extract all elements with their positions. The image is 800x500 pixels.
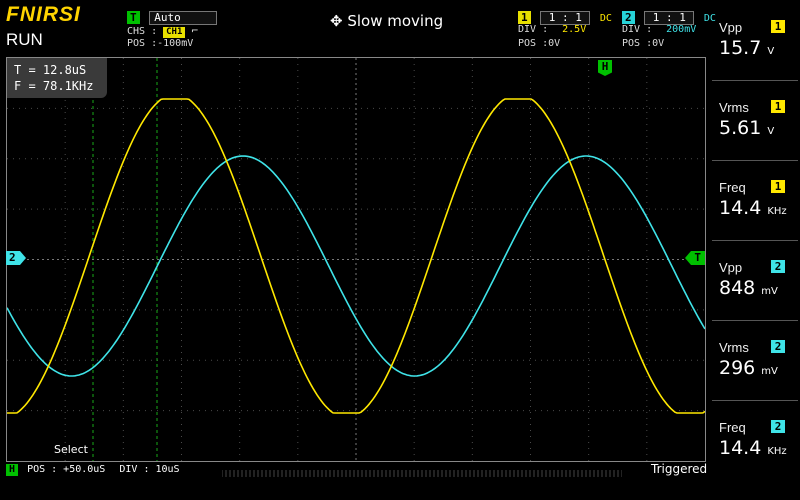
meas-value: 848 [719,277,756,299]
ch2-pos-label: POS : [622,38,653,49]
trigger-block[interactable]: T Auto [127,6,218,25]
meas-unit: V [767,46,775,57]
meas-unit: V [767,126,775,137]
h-pos-text: POS : +50.0uS [27,464,106,475]
meas-value-row: 14.4 KHz [719,437,787,459]
meas-channel-badge: 2 [771,340,785,353]
status-center: ✥ Slow moving [330,12,443,30]
meas-value: 5.61 [719,117,762,139]
ch1-div-row: DIV : 2.5V [518,24,586,35]
trigger-mode-badge: T [127,11,140,24]
ch1-waveform [7,98,705,414]
meas-unit: KHz [767,206,787,217]
meas-value: 14.4 [719,437,762,459]
measurement-item[interactable]: Vrms 1 5.61 V [708,100,800,180]
cursor-readout: T = 12.8uS F = 78.1KHz [7,58,107,98]
trigger-mode[interactable]: Auto [149,11,218,25]
meas-channel-badge: 1 [771,20,785,33]
horizontal-position-bar[interactable] [221,463,623,477]
ch1-pos-label: POS : [518,38,549,49]
ch2-badge: 2 [622,11,635,24]
chs-label: CHS : [127,26,158,37]
meas-label: Vpp [719,20,743,35]
ch2-probe[interactable]: 1 : 1 [644,11,695,25]
ch1-settings[interactable]: 1 1 : 1 DC [518,6,612,25]
ch2-pos-row: POS :0V [622,38,664,49]
meas-value-row: 848 mV [719,277,778,299]
grid-lines [7,58,705,461]
move-icon: ✥ [330,12,343,30]
divider [712,160,798,161]
ch1-badge: 1 [518,11,531,24]
waveform-display[interactable]: T = 12.8uS F = 78.1KHz H 2 T Select [6,57,706,462]
waveform-svg [7,58,705,461]
meas-value-row: 14.4 KHz [719,197,787,219]
ch2-div-label: DIV : [622,24,653,35]
ch1-div-value: 2.5V [562,24,587,35]
meas-value-row: 5.61 V [719,117,774,139]
ch2-settings[interactable]: 2 1 : 1 DC [622,6,716,25]
meas-label: Vrms [719,340,749,355]
meas-value: 15.7 [719,37,762,59]
meas-channel-badge: 2 [771,420,785,433]
trigger-edge-icon[interactable]: ⌐ [191,24,198,37]
trigger-pos-value: -100mV [157,38,194,49]
cursor-time: T = 12.8uS [14,63,87,77]
trigger-status: Triggered [651,462,708,476]
meas-unit: mV [761,286,778,297]
chs-value[interactable]: CH1 [163,27,186,38]
divider [712,240,798,241]
meas-label: Vrms [719,100,749,115]
ch1-probe[interactable]: 1 : 1 [540,11,591,25]
brand-logo: FNIRSI [6,3,81,26]
select-label[interactable]: Select [54,443,88,456]
measurement-panel: Vpp 1 15.7 V Vrms 1 5.61 V Freq 1 14.4 KHz … [708,0,800,480]
measurement-item[interactable]: Vrms 2 296 mV [708,340,800,420]
run-state[interactable]: RUN [6,30,43,50]
meas-unit: KHz [767,446,787,457]
meas-value-row: 15.7 V [719,37,774,59]
ch1-coupling[interactable]: DC [600,13,612,24]
meas-channel-badge: 2 [771,260,785,273]
measurement-item[interactable]: Vpp 1 15.7 V [708,20,800,100]
meas-channel-badge: 1 [771,180,785,193]
trigger-pos-label: POS : [127,38,158,49]
meas-value: 296 [719,357,756,379]
cursor-frequency: F = 78.1KHz [14,79,94,93]
ch1-div-label: DIV : [518,24,549,35]
position-ticks [221,470,623,477]
h-div-text: DIV : 10uS [119,464,180,475]
divider [712,80,798,81]
meas-label: Freq [719,420,746,435]
trigger-pos-row: POS :-100mV [127,38,193,49]
status-text: Slow moving [347,12,444,30]
meas-label: Freq [719,180,746,195]
measurement-item[interactable]: Freq 2 14.4 KHz [708,420,800,500]
divider [712,400,798,401]
meas-value: 14.4 [719,197,762,219]
ch2-div-row: DIV : 200mV [622,24,696,35]
meas-channel-badge: 1 [771,100,785,113]
meas-value-row: 296 mV [719,357,778,379]
timebase-bar[interactable]: H POS : +50.0uS DIV : 10uS [6,464,180,476]
divider [712,320,798,321]
ch2-pos-value: 0V [652,38,665,49]
ch1-pos-row: POS :0V [518,38,560,49]
ch2-div-value: 200mV [666,24,697,35]
measurement-item[interactable]: Freq 1 14.4 KHz [708,180,800,260]
meas-unit: mV [761,366,778,377]
h-badge: H [6,464,19,476]
measurement-item[interactable]: Vpp 2 848 mV [708,260,800,340]
ch1-pos-value: 0V [548,38,561,49]
trigger-source-row: CHS : CH1 ⌐ [127,24,198,38]
meas-label: Vpp [719,260,743,275]
